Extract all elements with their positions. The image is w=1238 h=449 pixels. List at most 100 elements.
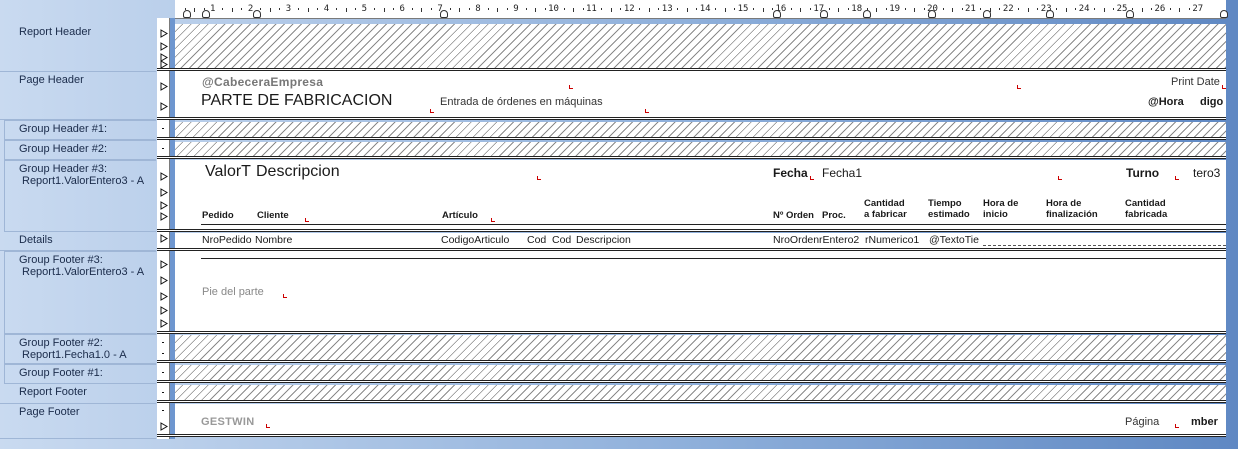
section-label-report-footer[interactable]: Report Footer: [0, 384, 156, 404]
detail-cod-field[interactable]: Cod: [527, 234, 546, 246]
section-marker-icon[interactable]: [160, 319, 169, 328]
section-marker-icon[interactable]: [160, 234, 169, 243]
section-label-group-footer-2[interactable]: Group Footer #2: Report1.Fecha1.0 - A: [4, 334, 156, 364]
section-label-details[interactable]: Details: [0, 232, 156, 251]
detail-nro-pedido-field[interactable]: NroPedido: [202, 234, 252, 246]
detail-entero2-field[interactable]: rEntero2: [819, 234, 859, 246]
turno-label[interactable]: Turno: [1126, 166, 1159, 180]
col-cantidad-fabricada-header[interactable]: Cantidad fabricada: [1125, 198, 1167, 220]
group-footer-1-band[interactable]: [175, 365, 1226, 380]
section-separator[interactable]: [157, 380, 1226, 383]
gestwin-text[interactable]: GESTWIN: [201, 416, 254, 428]
section-separator[interactable]: [157, 156, 1226, 159]
detail-texto-tie-field[interactable]: @TextoTie: [929, 234, 979, 246]
page-number-field[interactable]: mber: [1191, 416, 1218, 428]
col-hora-finalizacion-header[interactable]: Hora de finalización: [1046, 198, 1098, 220]
detail-descripcion-field[interactable]: Descripcion: [576, 234, 631, 246]
col-pedido-header[interactable]: Pedido: [202, 210, 234, 221]
section-label-page-header[interactable]: Page Header: [0, 72, 156, 120]
pie-del-parte-text[interactable]: Pie del parte: [202, 286, 264, 298]
detail-cod-field-2[interactable]: Cod: [552, 234, 571, 246]
section-marker-icon[interactable]: [160, 276, 169, 285]
detail-numerico1-field[interactable]: rNumerico1: [865, 234, 919, 246]
section-label-group-header-1[interactable]: Group Header #1:: [4, 120, 156, 140]
section-marker-icon[interactable]: [160, 42, 169, 51]
detail-codigo-articulo-field[interactable]: CodigoArticulo: [441, 234, 509, 246]
col-nro-orden-header[interactable]: Nº Orden: [773, 210, 814, 221]
details-band[interactable]: NroPedido Nombre CodigoArticulo Cod Cod …: [175, 233, 1226, 248]
ruler-minor-tick: [885, 8, 887, 10]
ruler-guide-handle[interactable]: [1046, 10, 1054, 18]
ruler-minor-tick: [724, 8, 726, 12]
hora-field[interactable]: @Hora: [1148, 96, 1184, 108]
section-label-group-header-3[interactable]: Group Header #3: Report1.ValorEntero3 - …: [4, 160, 156, 232]
col-cliente-header[interactable]: Cliente: [257, 210, 289, 221]
section-label-page-footer[interactable]: Page Footer: [0, 404, 156, 439]
section-separator[interactable]: [157, 331, 1226, 334]
section-marker-icon[interactable]: [160, 212, 169, 221]
section-separator[interactable]: [157, 360, 1226, 363]
group-header-1-band[interactable]: [175, 122, 1226, 137]
col-hora-inicio-header[interactable]: Hora de inicio: [983, 198, 1018, 220]
group-header-2-band[interactable]: [175, 142, 1226, 156]
fecha-label[interactable]: Fecha: [773, 166, 808, 180]
ruler-guide-handle[interactable]: [253, 10, 261, 18]
section-label-report-header[interactable]: Report Header: [0, 24, 156, 72]
ruler-minor-tick: [298, 8, 300, 10]
section-marker-icon[interactable]: [160, 172, 169, 181]
col-tiempo-estimado-header[interactable]: Tiempo estimado: [928, 198, 970, 220]
valor-field[interactable]: ValorT: [205, 163, 251, 181]
page-footer-band[interactable]: GESTWIN Página mber: [175, 404, 1226, 434]
section-marker-icon[interactable]: [160, 29, 169, 38]
page-header-band[interactable]: @CabeceraEmpresa PARTE DE FABRICACION En…: [175, 71, 1226, 117]
ruler-guide-handle[interactable]: [928, 10, 936, 18]
horizontal-ruler[interactable]: 1 2 3 4 5 6 7 8 9 10 11 12 13 14 15 16 17 18 19 20 21 22 23 24 2…: [175, 0, 1228, 19]
section-label-group-footer-3[interactable]: Group Footer #3: Report1.ValorEntero3 - …: [4, 251, 156, 334]
ruler-guide-handle[interactable]: [820, 10, 828, 18]
report-title-text[interactable]: PARTE DE FABRICACION: [201, 92, 392, 110]
codigo-field[interactable]: digo: [1200, 96, 1223, 108]
section-marker-icon[interactable]: [160, 201, 169, 210]
detail-nro-orden-field[interactable]: NroOrden: [773, 234, 819, 246]
ruler-guide-handle[interactable]: [863, 10, 871, 18]
section-separator[interactable]: [157, 400, 1226, 403]
ruler-guide-handle[interactable]: [1220, 10, 1228, 18]
print-date-field[interactable]: Print Date: [1171, 76, 1220, 88]
descripcion-field[interactable]: Descripcion: [256, 163, 340, 181]
group-footer-3-band[interactable]: Pie del parte: [175, 251, 1226, 331]
section-separator[interactable]: [157, 137, 1226, 140]
pagina-label[interactable]: Página: [1125, 416, 1159, 428]
turno-field[interactable]: tero3: [1193, 166, 1220, 180]
section-separator[interactable]: [157, 434, 1226, 437]
ruler-minor-tick: [904, 8, 906, 10]
report-header-band[interactable]: [175, 24, 1226, 68]
section-marker-icon[interactable]: [160, 422, 169, 431]
ruler-guide-handle[interactable]: [183, 10, 191, 18]
col-cantidad-fabricar-header[interactable]: Cantidad a fabricar: [864, 198, 907, 220]
section-label-group-header-2[interactable]: Group Header #2:: [4, 140, 156, 160]
ruler-minor-tick: [1151, 8, 1153, 10]
section-marker-icon[interactable]: [160, 82, 169, 91]
ruler-guide-handle[interactable]: [983, 10, 991, 18]
ruler-guide-handle[interactable]: [202, 10, 210, 18]
section-marker-icon[interactable]: [160, 102, 169, 111]
group-header-3-band[interactable]: ValorT Descripcion Fecha Fecha1 Turno te…: [175, 160, 1226, 229]
section-marker-icon[interactable]: [160, 188, 169, 197]
section-marker-icon[interactable]: [160, 260, 169, 269]
section-label-group-footer-1[interactable]: Group Footer #1:: [4, 364, 156, 384]
detail-nombre-field[interactable]: Nombre: [255, 234, 292, 246]
report-footer-band[interactable]: [175, 385, 1226, 400]
ruler-guide-handle[interactable]: [440, 10, 448, 18]
company-header-field[interactable]: @CabeceraEmpresa: [202, 75, 323, 89]
section-marker-icon[interactable]: [160, 292, 169, 301]
ruler-guide-handle[interactable]: [1126, 10, 1134, 18]
fecha-field[interactable]: Fecha1: [822, 166, 862, 180]
ruler-guide-handle[interactable]: [773, 10, 781, 18]
report-subtitle-text[interactable]: Entrada de órdenes en máquinas: [440, 96, 603, 108]
col-articulo-header[interactable]: Artículo: [442, 210, 478, 221]
col-proc-header[interactable]: Proc.: [822, 210, 846, 221]
section-separator[interactable]: [157, 117, 1226, 120]
group-footer-2-band[interactable]: [175, 335, 1226, 360]
section-separator[interactable]: [157, 229, 1226, 232]
section-marker-icon[interactable]: [160, 306, 169, 315]
